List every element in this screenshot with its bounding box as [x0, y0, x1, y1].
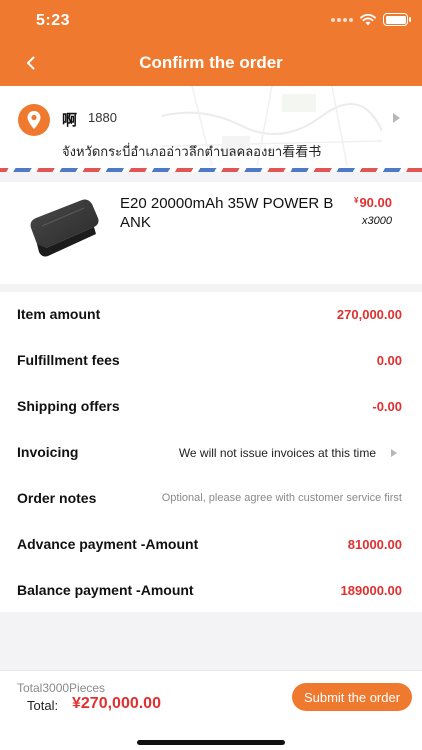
status-icons [331, 13, 411, 26]
currency-symbol: ¥ [354, 196, 359, 205]
invoicing-label: Invoicing [17, 444, 79, 460]
battery-icon [383, 13, 411, 26]
product-image [30, 199, 99, 257]
balance-payment-value: 189000.00 [340, 583, 402, 598]
advance-payment-value: 81000.00 [347, 537, 402, 552]
advance-payment-label: Advance payment -Amount [17, 536, 199, 552]
order-notes-label: Order notes [17, 490, 97, 506]
order-summary: Item amount 270,000.00 Fulfillment fees … [0, 292, 422, 612]
recipient-name: 啊 [62, 112, 78, 129]
submit-order-button[interactable]: Submit the order [292, 683, 412, 711]
chevron-right-icon [393, 113, 400, 123]
total-amount: ¥270,000.00 [72, 695, 161, 712]
total-label: Total: [27, 698, 59, 713]
advance-payment-row: Advance payment -Amount 81000.00 [0, 522, 422, 568]
order-notes-row: Order notes [0, 476, 422, 522]
status-time: 5:23 [36, 12, 71, 29]
home-indicator [137, 740, 285, 745]
total-pieces: Total3000Pieces [17, 681, 106, 695]
shipping-offers-value: -0.00 [372, 399, 402, 414]
item-amount-value: 270,000.00 [336, 307, 402, 322]
item-amount-row: Item amount 270,000.00 [0, 292, 422, 338]
top-bar: 5:23 Confirm the order [0, 0, 422, 86]
bottom-bar: Total3000Pieces Total: ¥270,000.00 Submi… [0, 670, 422, 750]
fulfillment-fees-value: 0.00 [376, 353, 402, 368]
product-quantity: x3000 [362, 215, 392, 227]
item-amount-label: Item amount [17, 306, 101, 322]
product-name: E20 20000mAh 35W POWER BANK [120, 195, 334, 231]
signal-icon [331, 17, 353, 22]
invoicing-row[interactable]: Invoicing We will not issue invoices at … [0, 430, 422, 476]
address-card[interactable]: 啊 1880 จังหวัดกระบี่อำเภออ่าวลึกตำบลคลอง… [0, 86, 422, 172]
order-notes-input[interactable] [122, 487, 402, 509]
chevron-right-icon [391, 449, 397, 457]
balance-payment-row: Balance payment -Amount 189000.00 [0, 568, 422, 614]
shipping-offers-row: Shipping offers -0.00 [0, 384, 422, 430]
location-pin-icon [18, 104, 50, 136]
product-price-value: 90.00 [359, 195, 392, 210]
recipient-address: จังหวัดกระบี่อำเภออ่าวลึกตำบลคลองยา看看书 [62, 144, 322, 159]
airmail-border [0, 168, 422, 172]
page-title: Confirm the order [139, 53, 283, 72]
product-price: ¥90.00 [354, 195, 392, 210]
invoicing-value: We will not issue invoices at this time [178, 446, 376, 460]
shipping-offers-label: Shipping offers [17, 398, 120, 414]
fulfillment-fees-label: Fulfillment fees [17, 352, 120, 368]
balance-payment-label: Balance payment -Amount [17, 582, 194, 598]
fulfillment-fees-row: Fulfillment fees 0.00 [0, 338, 422, 384]
wifi-icon [360, 13, 376, 25]
recipient-phone: 1880 [88, 110, 117, 125]
product-item: E20 20000mAh 35W POWER BANK ¥90.00 x3000 [0, 182, 422, 284]
